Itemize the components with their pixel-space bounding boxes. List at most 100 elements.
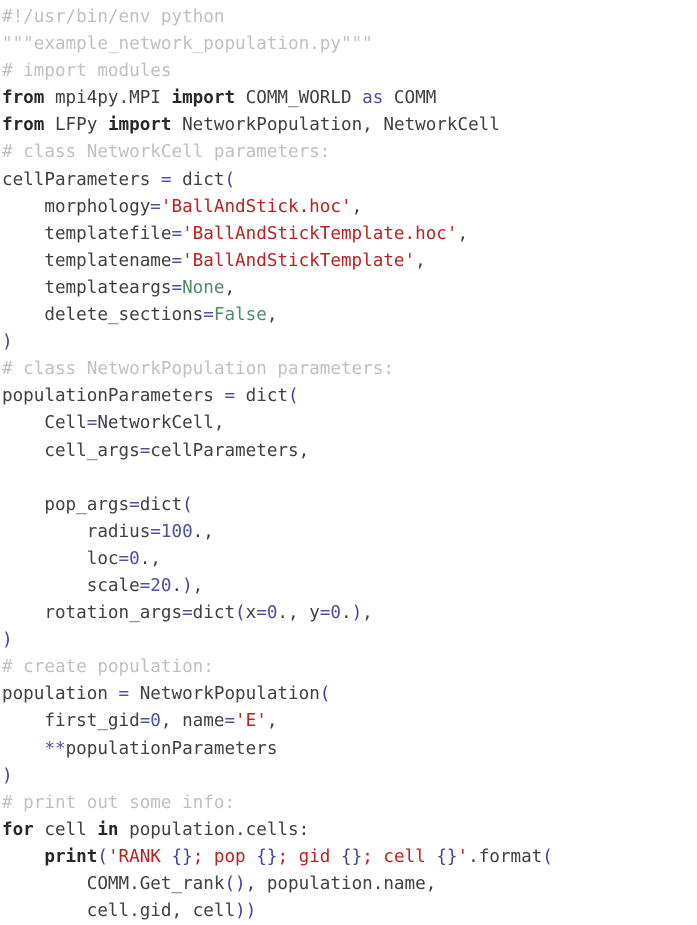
- code-token-string: 'BallAndStick.hoc': [160, 196, 352, 217]
- code-token-number: 20: [150, 575, 172, 596]
- code-token-brace: ): [2, 332, 13, 353]
- code-token-brace: ): [351, 603, 363, 624]
- code-token-plain: NetworkPopulation, NetworkCell: [171, 115, 500, 136]
- code-line: print('RANK {}; pop {}; gid {}; cell {}'…: [2, 844, 697, 871]
- code-token-op: =: [160, 169, 172, 190]
- code-token-op: =: [118, 684, 130, 705]
- code-token-plain: cellParameters,: [150, 440, 310, 461]
- code-token-plain: NetworkPopulation: [129, 684, 320, 705]
- code-token-comment: """example_network_population.py""": [2, 34, 373, 55]
- code-token-plain: cell_args: [2, 440, 140, 461]
- code-line: # import modules: [2, 58, 697, 85]
- code-token-plain: ,: [266, 305, 278, 326]
- code-token-brace: (: [224, 169, 236, 190]
- code-line: **populationParameters: [2, 736, 697, 763]
- code-token-plain: populationParameters: [2, 386, 225, 407]
- code-token-string: 'E': [235, 711, 267, 732]
- code-line: ): [2, 763, 697, 790]
- code-token-plain: , population.name,: [245, 874, 437, 894]
- code-listing: #!/usr/bin/env python """example_network_…: [0, 0, 697, 925]
- code-line: # class NetworkPopulation parameters:: [2, 356, 697, 383]
- code-line: radius=100.,: [2, 519, 697, 546]
- code-token-string: 'BallAndStickTemplate.hoc': [182, 223, 458, 244]
- code-token-op: =: [139, 440, 151, 461]
- code-token-brace: (: [97, 846, 108, 867]
- code-line: ): [2, 329, 697, 356]
- code-token-plain: templatefile: [2, 223, 172, 244]
- code-line: scale=20.),: [2, 573, 697, 600]
- code-token-string: 'BallAndStickTemplate': [182, 250, 416, 271]
- code-token-brace: {}: [256, 846, 278, 867]
- code-token-builtin: print: [44, 846, 98, 867]
- code-line: cell_args=cellParameters,: [2, 438, 697, 465]
- code-token-plain: morphology: [2, 196, 151, 217]
- code-line: for cell in population.cells:: [2, 817, 697, 844]
- code-line: from mpi4py.MPI import COMM_WORLD as COM…: [2, 85, 697, 112]
- code-token-number: 100: [160, 521, 193, 542]
- code-token-plain: rotation_args: [2, 603, 183, 624]
- code-token-op: =: [171, 223, 183, 244]
- code-token-string: ; pop: [192, 846, 257, 867]
- code-token-keyword: from: [2, 88, 45, 109]
- code-line: # class NetworkCell parameters:: [2, 139, 697, 166]
- code-line: first_gid=0, name='E',: [2, 708, 697, 735]
- code-token-keyword: in: [97, 819, 119, 840]
- code-line: from LFPy import NetworkPopulation, Netw…: [2, 112, 697, 139]
- code-token-string: ': [457, 846, 469, 867]
- code-token-plain: dict: [139, 494, 183, 515]
- code-token-plain: dict: [235, 386, 289, 407]
- code-token-brace: (: [542, 846, 553, 867]
- code-token-op: as: [362, 88, 384, 109]
- code-token-plain: ,: [192, 575, 204, 596]
- code-token-plain: ,: [351, 196, 363, 217]
- code-token-plain: NetworkCell,: [97, 413, 225, 434]
- code-token-comment: # print out some info:: [2, 792, 236, 813]
- code-token-plain: LFPy: [44, 115, 108, 136]
- code-token-plain: .: [171, 575, 183, 596]
- code-token-op: =: [86, 413, 98, 434]
- code-token-string: 'RANK: [107, 846, 172, 867]
- code-token-op: =: [224, 386, 236, 407]
- code-token-op: =: [150, 196, 161, 217]
- code-line: cellParameters = dict(: [2, 167, 697, 194]
- code-token-plain: ,: [415, 250, 426, 271]
- code-line: """example_network_population.py""": [2, 31, 697, 58]
- code-line: # create population:: [2, 654, 697, 681]
- code-token-plain: x: [245, 603, 257, 624]
- code-line: ): [2, 627, 697, 654]
- code-token-comment: # create population:: [2, 657, 214, 678]
- code-token-plain: , name: [160, 711, 225, 732]
- code-line: populationParameters = dict(: [2, 383, 697, 410]
- code-token-number: 0: [266, 603, 278, 624]
- code-token-op: =: [139, 711, 151, 732]
- code-token-plain: ,: [362, 603, 373, 624]
- code-token-number: 0: [129, 548, 140, 569]
- code-token-plain: cell: [33, 819, 98, 840]
- code-token-const: None: [182, 277, 225, 298]
- code-token-plain: population.cells:: [118, 819, 310, 840]
- code-token-brace: ): [2, 765, 13, 786]
- code-token-keyword: import: [107, 115, 172, 136]
- code-line: templateargs=None,: [2, 275, 697, 302]
- code-token-plain: templatename: [2, 250, 172, 271]
- code-token-plain: COMM.Get_rank: [2, 874, 225, 894]
- code-token-plain: ,: [457, 223, 469, 244]
- code-token-comment: # class NetworkCell parameters:: [2, 142, 331, 163]
- code-token-plain: Cell: [2, 413, 87, 434]
- code-token-plain: scale: [2, 575, 140, 596]
- code-token-plain: .: [340, 603, 352, 624]
- code-token-op: =: [171, 277, 183, 298]
- code-token-plain: radius: [2, 521, 151, 542]
- code-line: pop_args=dict(: [2, 492, 697, 519]
- code-line: cell.gid, cell)): [2, 898, 697, 925]
- code-token-op: **: [44, 738, 66, 759]
- code-token-const: False: [213, 305, 267, 326]
- code-token-keyword: import: [171, 88, 236, 109]
- code-token-plain: .format: [468, 846, 543, 867]
- code-token-keyword: from: [2, 115, 45, 136]
- code-token-op: =: [150, 521, 161, 542]
- code-token-plain: first_gid: [2, 711, 140, 732]
